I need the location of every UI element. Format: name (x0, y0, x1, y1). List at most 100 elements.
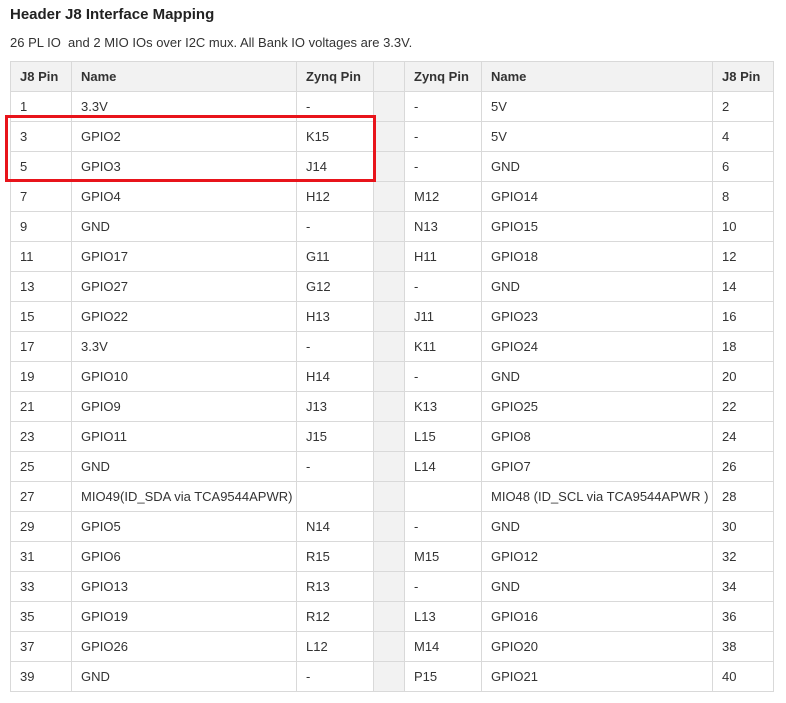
table-row: 25 GND - L14 GPIO7 26 (10, 451, 774, 482)
cell-j8-pin-right: 14 (712, 271, 774, 302)
cell-spacer (373, 391, 405, 422)
cell-zynq-pin-right: - (404, 121, 482, 152)
cell-name-left: GPIO22 (71, 301, 297, 332)
table-row: 37 GPIO26 L12 M14 GPIO20 38 (10, 631, 774, 662)
cell-j8-pin-left: 17 (10, 331, 72, 362)
cell-zynq-pin-left: J14 (296, 151, 374, 182)
cell-spacer (373, 91, 405, 122)
cell-zynq-pin-left: - (296, 451, 374, 482)
cell-name-left: GPIO27 (71, 271, 297, 302)
cell-j8-pin-left: 27 (10, 481, 72, 512)
cell-spacer (373, 331, 405, 362)
cell-j8-pin-left: 29 (10, 511, 72, 542)
cell-spacer (373, 661, 405, 692)
cell-zynq-pin-right: - (404, 511, 482, 542)
cell-name-left: 3.3V (71, 91, 297, 122)
cell-name-right: GPIO12 (481, 541, 713, 572)
cell-j8-pin-left: 21 (10, 391, 72, 422)
table-row: 21 GPIO9 J13 K13 GPIO25 22 (10, 391, 774, 422)
cell-j8-pin-left: 15 (10, 301, 72, 332)
cell-name-right: GND (481, 271, 713, 302)
cell-name-left: GPIO26 (71, 631, 297, 662)
col-header-j8-pin-right: J8 Pin (712, 61, 774, 92)
col-header-zynq-pin-left: Zynq Pin (296, 61, 374, 92)
cell-j8-pin-left: 23 (10, 421, 72, 452)
cell-j8-pin-right: 6 (712, 151, 774, 182)
table-row: 1 3.3V - -5V 2 (10, 91, 774, 122)
cell-zynq-pin-right: - (404, 571, 482, 602)
cell-spacer (373, 451, 405, 482)
cell-zynq-pin-right: - (404, 91, 482, 122)
table-row: 5 GPIO3 J14- GND 6 (10, 151, 774, 182)
cell-zynq-pin-left: - (296, 661, 374, 692)
cell-name-left: GND (71, 451, 297, 482)
cell-j8-pin-right: 12 (712, 241, 774, 272)
col-header-j8-pin-left: J8 Pin (10, 61, 72, 92)
cell-zynq-pin-right: - (404, 271, 482, 302)
cell-j8-pin-right: 34 (712, 571, 774, 602)
cell-zynq-pin-right: L13 (404, 601, 482, 632)
table-row: 27 MIO49(ID_SDA via TCA9544APWR) MIO48 (ID… (10, 481, 774, 512)
cell-spacer (373, 541, 405, 572)
cell-name-right: GPIO24 (481, 331, 713, 362)
cell-j8-pin-right: 4 (712, 121, 774, 152)
table-row: 29 GPIO5 N14- GND 30 (10, 511, 774, 542)
cell-zynq-pin-left: H12 (296, 181, 374, 212)
cell-j8-pin-right: 40 (712, 661, 774, 692)
cell-spacer (373, 151, 405, 182)
cell-j8-pin-left: 33 (10, 571, 72, 602)
cell-j8-pin-left: 39 (10, 661, 72, 692)
cell-j8-pin-left: 25 (10, 451, 72, 482)
cell-zynq-pin-right: K11 (404, 331, 482, 362)
table-row: 35 GPIO19 R12 L13 GPIO16 36 (10, 601, 774, 632)
cell-zynq-pin-left: H13 (296, 301, 374, 332)
cell-j8-pin-right: 16 (712, 301, 774, 332)
cell-zynq-pin-left: J13 (296, 391, 374, 422)
cell-j8-pin-left: 1 (10, 91, 72, 122)
cell-zynq-pin-left: K15 (296, 121, 374, 152)
table-row: 17 3.3V - K11 GPIO24 18 (10, 331, 774, 362)
cell-j8-pin-right: 22 (712, 391, 774, 422)
cell-name-right: GPIO16 (481, 601, 713, 632)
cell-j8-pin-right: 32 (712, 541, 774, 572)
col-header-name-right: Name (481, 61, 713, 92)
table-row: 13 GPIO27 G12- GND 14 (10, 271, 774, 302)
cell-j8-pin-right: 20 (712, 361, 774, 392)
cell-name-right: GPIO7 (481, 451, 713, 482)
cell-spacer (373, 421, 405, 452)
cell-name-left: GPIO19 (71, 601, 297, 632)
cell-zynq-pin-right: N13 (404, 211, 482, 242)
cell-zynq-pin-right: L14 (404, 451, 482, 482)
cell-spacer (373, 181, 405, 212)
cell-name-left: GND (71, 211, 297, 242)
cell-zynq-pin-left: - (296, 91, 374, 122)
cell-name-left: GPIO5 (71, 511, 297, 542)
cell-name-left: GPIO11 (71, 421, 297, 452)
cell-zynq-pin-right: M12 (404, 181, 482, 212)
cell-name-right: GPIO20 (481, 631, 713, 662)
cell-zynq-pin-right: - (404, 361, 482, 392)
cell-name-left: GPIO9 (71, 391, 297, 422)
cell-zynq-pin-right: J11 (404, 301, 482, 332)
cell-name-right: GPIO21 (481, 661, 713, 692)
table-row: 7 GPIO4 H12 M12 GPIO14 8 (10, 181, 774, 212)
cell-spacer (373, 301, 405, 332)
cell-spacer (373, 631, 405, 662)
cell-zynq-pin-left: R12 (296, 601, 374, 632)
cell-name-left: GPIO3 (71, 151, 297, 182)
cell-j8-pin-right: 26 (712, 451, 774, 482)
cell-zynq-pin-right (404, 481, 482, 512)
cell-zynq-pin-left (296, 481, 374, 512)
cell-spacer (373, 571, 405, 602)
cell-zynq-pin-right: M14 (404, 631, 482, 662)
j8-mapping-table: J8 Pin Name Zynq Pin Zynq Pin Name J8 Pi… (10, 61, 774, 692)
cell-j8-pin-left: 5 (10, 151, 72, 182)
cell-spacer (373, 361, 405, 392)
cell-j8-pin-right: 28 (712, 481, 774, 512)
cell-j8-pin-left: 19 (10, 361, 72, 392)
cell-zynq-pin-right: M15 (404, 541, 482, 572)
cell-j8-pin-left: 3 (10, 121, 72, 152)
cell-zynq-pin-right: P15 (404, 661, 482, 692)
page-title: Header J8 Interface Mapping (10, 6, 215, 23)
cell-j8-pin-left: 35 (10, 601, 72, 632)
